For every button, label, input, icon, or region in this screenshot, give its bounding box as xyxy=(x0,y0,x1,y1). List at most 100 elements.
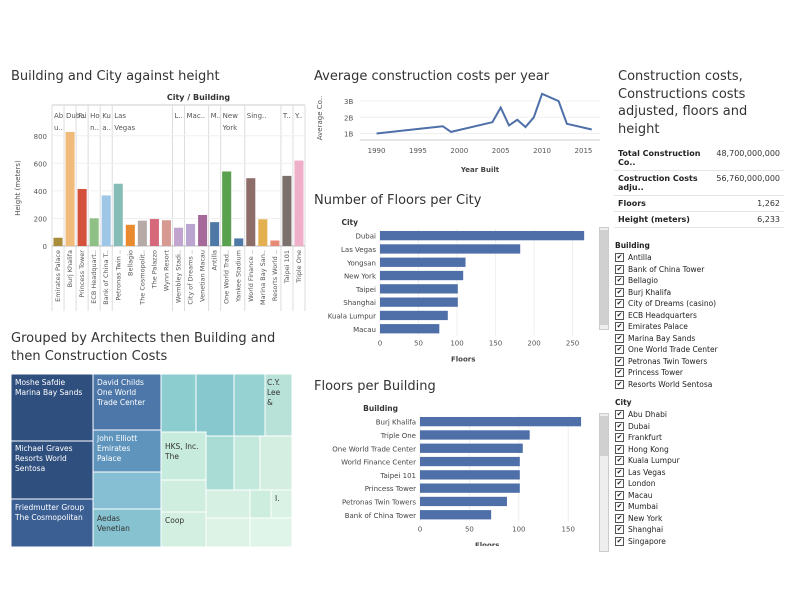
city-label: Ku xyxy=(102,112,111,120)
cost-x-tick: 2005 xyxy=(492,147,510,155)
city-filter-scrollbar[interactable] xyxy=(599,413,609,552)
checkbox-icon[interactable]: ✔ xyxy=(615,479,624,489)
checkbox-icon[interactable]: ✔ xyxy=(615,253,624,263)
checkbox-icon[interactable]: ✔ xyxy=(615,502,624,512)
checkbox-icon[interactable]: ✔ xyxy=(615,536,624,546)
cost-x-tick: 2015 xyxy=(575,147,593,155)
city-filter-title: City xyxy=(615,398,632,407)
checkbox-icon[interactable]: ✔ xyxy=(615,525,624,535)
filter-item-buildings[interactable]: ✔ Marina Bay Sands xyxy=(615,333,785,345)
treemap-label-line: C.Y. xyxy=(267,378,281,387)
checkbox-icon[interactable]: ✔ xyxy=(615,513,624,523)
floors-city-category-label: Dubai xyxy=(355,233,376,241)
treemap-block xyxy=(160,479,207,513)
floors-building-x-axis-label: Floors xyxy=(475,541,499,546)
checkbox-icon[interactable]: ✔ xyxy=(615,276,624,286)
filter-item-buildings[interactable]: ✔ City of Dreams (casino) xyxy=(615,298,785,310)
y-tick-label: 800 xyxy=(34,133,47,141)
filter-item-label: Abu Dhabi xyxy=(628,410,667,420)
filter-item-cities[interactable]: ✔ Macau xyxy=(615,490,785,502)
floors-city-title: Number of Floors per City xyxy=(314,193,482,208)
checkbox-icon[interactable]: ✔ xyxy=(615,456,624,466)
floors-city-category-label: Las Vegas xyxy=(341,246,376,254)
cost-x-tick: 2010 xyxy=(533,147,551,155)
floors-city-bar xyxy=(380,310,448,321)
filter-item-buildings[interactable]: ✔ Emirates Palace xyxy=(615,321,785,333)
checkbox-icon[interactable]: ✔ xyxy=(615,264,624,274)
filter-item-cities[interactable]: ✔ Mumbai xyxy=(615,501,785,513)
filter-item-cities[interactable]: ✔ Dubai xyxy=(615,421,785,433)
filter-item-buildings[interactable]: ✔ Princess Tower xyxy=(615,367,785,379)
floors-building-x-tick: 100 xyxy=(512,525,525,533)
checkbox-icon[interactable]: ✔ xyxy=(615,333,624,343)
filter-item-buildings[interactable]: ✔ One World Trade Center xyxy=(615,344,785,356)
building-tick-label: World Finance .. xyxy=(247,250,255,302)
filter-item-cities[interactable]: ✔ London xyxy=(615,478,785,490)
filter-item-cities[interactable]: ✔ New York xyxy=(615,513,785,525)
cost-x-axis-label: Year Built xyxy=(460,166,500,174)
building-filter-scrollbar[interactable] xyxy=(599,227,609,330)
treemap-label-line: One World xyxy=(97,387,137,397)
summary-row-label: Height (meters) xyxy=(618,215,690,224)
checkbox-icon[interactable]: ✔ xyxy=(615,345,624,355)
filter-item-cities[interactable]: ✔ Shanghai xyxy=(615,524,785,536)
checkbox-icon[interactable]: ✔ xyxy=(615,287,624,297)
floors-building-category-label: Bank of China Tower xyxy=(345,512,416,520)
building-tick-label: Wembley Stadi.. xyxy=(175,250,183,303)
summary-row-label: Total Construction Co.. xyxy=(618,149,701,167)
checkbox-icon[interactable]: ✔ xyxy=(615,299,624,309)
filter-item-buildings[interactable]: ✔ Resorts World Sentosa xyxy=(615,379,785,391)
height-bar xyxy=(210,222,220,246)
filter-item-cities[interactable]: ✔ Abu Dhabi xyxy=(615,409,785,421)
checkbox-icon[interactable]: ✔ xyxy=(615,379,624,389)
checkbox-icon[interactable]: ✔ xyxy=(615,421,624,431)
filter-item-buildings[interactable]: ✔ Burj Khalifa xyxy=(615,287,785,299)
filter-item-buildings[interactable]: ✔ Bank of China Tower xyxy=(615,264,785,276)
treemap-label-line: The xyxy=(165,451,179,461)
checkbox-icon[interactable]: ✔ xyxy=(615,322,624,332)
checkbox-icon[interactable]: ✔ xyxy=(615,467,624,477)
filter-item-cities[interactable]: ✔ Kuala Lumpur xyxy=(615,455,785,467)
floors-city-bar xyxy=(380,284,458,294)
y-tick-label: 600 xyxy=(34,160,47,168)
filter-item-label: Mumbai xyxy=(628,502,658,512)
filter-item-buildings[interactable]: ✔ Bellagio xyxy=(615,275,785,287)
treemap-label-line: The Cosmopolitan xyxy=(15,512,83,522)
filter-item-label: Frankfurt xyxy=(628,433,662,443)
floors-city-bar xyxy=(380,257,466,267)
building-tick-label: Triple One xyxy=(295,250,303,284)
checkbox-icon[interactable]: ✔ xyxy=(615,310,624,320)
filter-item-label: Hong Kong xyxy=(628,444,669,454)
filter-item-cities[interactable]: ✔ Hong Kong xyxy=(615,444,785,456)
treemap-label-line: Marina Bay Sands xyxy=(15,387,83,397)
floors-city-bar xyxy=(380,324,440,334)
floors-city-chart: City Dubai Las Vegas Yongsan New York Taipei S… xyxy=(328,218,585,363)
architects-title: Grouped by Architects then Building and … xyxy=(11,331,276,364)
filter-item-buildings[interactable]: ✔ Petronas Twin Towers xyxy=(615,356,785,368)
city-label: Sing.. xyxy=(247,112,267,120)
floors-city-bar xyxy=(380,244,521,254)
floors-building-bar xyxy=(420,510,492,520)
filter-item-cities[interactable]: ✔ Las Vegas xyxy=(615,467,785,479)
height-bar xyxy=(234,238,244,246)
filter-item-label: Burj Khalifa xyxy=(628,287,672,297)
floors-building-x-tick: 0 xyxy=(418,525,422,533)
checkbox-icon[interactable]: ✔ xyxy=(615,368,624,378)
filter-item-cities[interactable]: ✔ Frankfurt xyxy=(615,432,785,444)
filter-item-buildings[interactable]: ✔ Antilla xyxy=(615,252,785,264)
city-label: a.. xyxy=(102,124,111,132)
checkbox-icon[interactable]: ✔ xyxy=(615,433,624,443)
treemap-label-line: Moshe Safdie xyxy=(15,378,66,387)
checkbox-icon[interactable]: ✔ xyxy=(615,356,624,366)
floors-building-x-tick: 150 xyxy=(562,525,575,533)
filter-item-buildings[interactable]: ✔ ECB Headquarters xyxy=(615,310,785,322)
floors-city-x-axis-label: Floors xyxy=(451,355,475,363)
height-bar xyxy=(186,223,196,246)
checkbox-icon[interactable]: ✔ xyxy=(615,444,624,454)
building-tick-label: Emirates Palace xyxy=(54,250,62,302)
filter-item-cities[interactable]: ✔ Singapore xyxy=(615,536,785,548)
height-bar xyxy=(101,195,111,246)
summary-row: Floors 1,262 xyxy=(614,196,784,212)
checkbox-icon[interactable]: ✔ xyxy=(615,490,624,500)
checkbox-icon[interactable]: ✔ xyxy=(615,410,624,420)
